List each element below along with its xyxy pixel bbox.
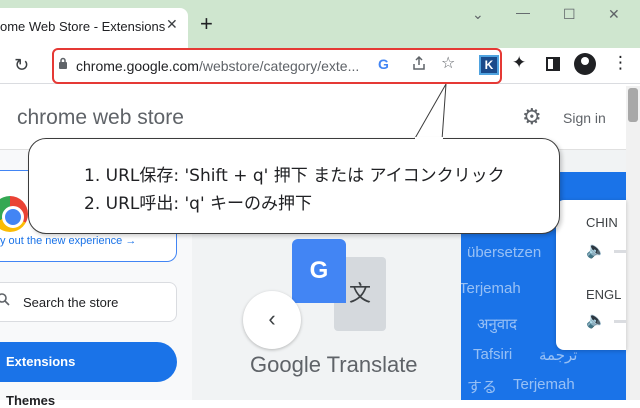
url-host: chrome.google.com — [76, 58, 199, 74]
callout-pointer — [413, 84, 447, 141]
tab-title[interactable]: ome Web Store - Extensions — [0, 19, 165, 34]
nav-extensions-label: Extensions — [6, 354, 76, 369]
url-path: /webstore/category/exte... — [198, 58, 360, 74]
profile-avatar-icon[interactable] — [574, 53, 596, 75]
bg-word: Terjemah — [461, 280, 521, 297]
search-icon — [0, 293, 10, 306]
text-bar — [614, 320, 626, 323]
browser-menu-icon[interactable]: ⋮ — [612, 53, 629, 73]
translate-logo-g: G — [292, 239, 346, 303]
minimize-icon[interactable]: — — [516, 4, 530, 20]
new-experience-link[interactable]: y out the new experience → — [0, 235, 136, 247]
google-translate-omnibox-icon[interactable]: G — [378, 56, 389, 72]
extensions-puzzle-icon[interactable]: ✦ — [512, 53, 526, 73]
maximize-icon[interactable]: ☐ — [563, 6, 576, 23]
extension-k-icon[interactable]: K — [479, 55, 499, 75]
nav-themes[interactable]: Themes — [6, 393, 55, 408]
search-placeholder: Search the store — [23, 295, 119, 310]
share-icon[interactable] — [411, 55, 427, 71]
scrollbar-thumb[interactable] — [628, 88, 638, 122]
lock-icon[interactable] — [58, 57, 68, 69]
bg-word: する — [467, 379, 498, 396]
url-text[interactable]: chrome.google.com/webstore/category/exte… — [76, 58, 359, 74]
instruction-callout: 1. URL保存: 'Shift + q' 押下 または アイコンクリック 2.… — [28, 138, 560, 234]
lang-label-english: ENGL — [586, 287, 622, 302]
sign-in-link[interactable]: Sign in — [563, 110, 606, 126]
store-title[interactable]: chrome web store — [17, 106, 184, 130]
bg-word: Terjemah — [513, 376, 575, 393]
translate-title: Google Translate — [250, 352, 418, 377]
bg-word: übersetzen — [467, 244, 542, 261]
bookmark-star-icon[interactable]: ☆ — [441, 53, 455, 73]
callout-line-2: 2. URL呼出: 'q' キーのみ押下 — [84, 194, 313, 214]
tab-search-chevron-icon[interactable]: ⌄ — [472, 6, 484, 23]
bg-word: अनुवाद — [477, 316, 517, 333]
speaker-icon[interactable]: 🔈 — [586, 310, 606, 330]
lang-label-chinese: CHIN — [586, 215, 618, 230]
language-card: CHIN 🔈 ENGL 🔈 — [556, 200, 626, 350]
speaker-icon[interactable]: 🔈 — [586, 240, 606, 260]
reload-icon[interactable]: ↻ — [14, 55, 29, 76]
carousel-prev-button[interactable]: ‹ — [243, 291, 301, 349]
side-panel-icon[interactable] — [546, 57, 560, 71]
settings-gear-icon[interactable]: ⚙ — [522, 104, 542, 130]
close-window-icon[interactable]: ✕ — [608, 6, 620, 23]
new-tab-button[interactable]: + — [200, 13, 213, 35]
callout-seam — [415, 137, 443, 140]
tab-close-icon[interactable]: ✕ — [166, 16, 178, 33]
callout-line-1: 1. URL保存: 'Shift + q' 押下 または アイコンクリック — [84, 166, 505, 186]
scrollbar-track[interactable] — [626, 86, 640, 400]
bg-word: Tafsiri — [473, 346, 513, 363]
text-bar — [614, 250, 626, 253]
